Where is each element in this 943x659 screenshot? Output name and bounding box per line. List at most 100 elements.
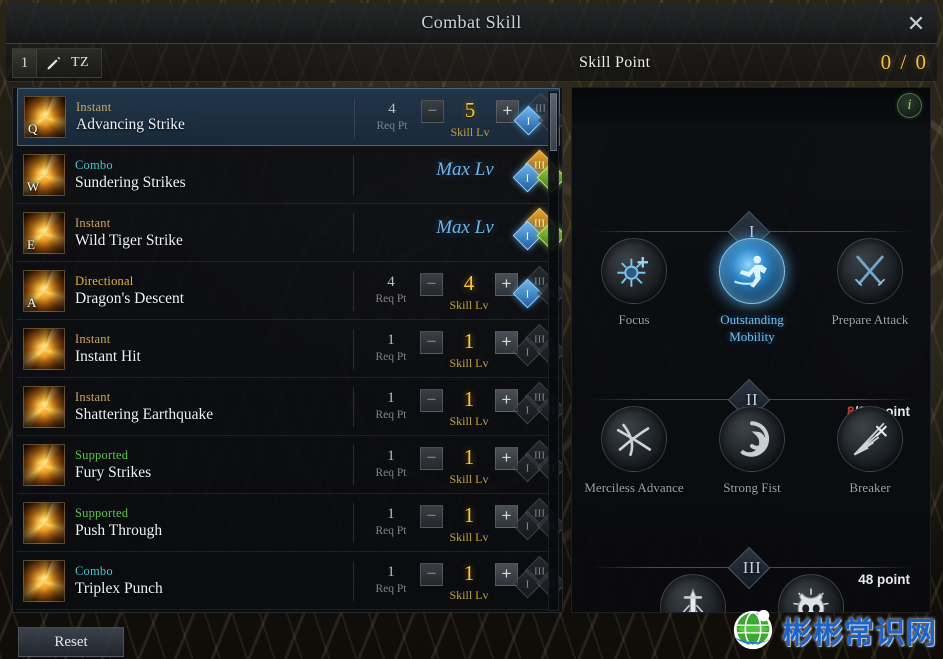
character-name: TZ	[71, 55, 90, 70]
skill-icon[interactable]	[23, 501, 65, 544]
tripod-node-orb[interactable]	[719, 238, 785, 304]
skill-level-decrease-button[interactable]: −	[420, 389, 443, 412]
tripod-detail-panel: i I Focus Outstanding Mobility Prepare Atta…	[571, 87, 931, 613]
skill-name: Wild Tiger Strike	[75, 231, 183, 249]
tripod-tier-nodes: Merciless Advance Strong Fist Breaker	[572, 406, 930, 518]
tripod-slot-one-label: I	[525, 462, 530, 475]
skill-row[interactable]: Q Instant Advancing Strike 4 Req Pt −5 Skill L…	[17, 88, 562, 146]
game-background: Combat Skill ✕ 1 TZ Skill Point 0 / 0 Q I…	[0, 0, 943, 659]
skill-point-value: 0 / 0	[880, 50, 928, 74]
crossed-swords-icon	[838, 239, 902, 303]
row-divider	[353, 503, 354, 543]
character-slot-number: 1	[13, 49, 37, 77]
skill-row[interactable]: Combo Triplex Punch 1 Req Pt −1 Skill Lv + III I…	[17, 552, 562, 610]
skill-text-block: Instant Shattering Earthquake	[75, 389, 335, 425]
skill-icon[interactable]: A	[23, 269, 65, 312]
skill-required-points: 1 Req Pt	[369, 447, 413, 481]
scrollbar-thumb[interactable]	[550, 93, 557, 151]
skill-name: Triplex Punch	[75, 579, 163, 597]
skill-keybind: Q	[28, 121, 38, 136]
row-divider	[353, 155, 354, 195]
tripod-node-orb[interactable]	[601, 238, 667, 304]
tripod-slot-one-label: I	[525, 520, 530, 533]
skill-required-points: 1 Req Pt	[369, 389, 413, 423]
row-divider	[353, 387, 354, 427]
skill-list-scrollbar[interactable]	[548, 91, 559, 611]
tripod-node-orb[interactable]	[837, 238, 903, 304]
row-divider	[353, 213, 354, 253]
skill-icon[interactable]: Q	[24, 96, 66, 138]
skill-icon[interactable]	[23, 327, 65, 370]
skill-icon[interactable]: W	[23, 153, 65, 196]
skill-level-stepper: −1 Skill Lv +	[417, 503, 521, 547]
skill-icon[interactable]	[23, 559, 65, 602]
window-titlebar: Combat Skill ✕	[6, 3, 937, 44]
skill-level-stepper: −1 Skill Lv +	[417, 561, 521, 605]
close-icon[interactable]: ✕	[901, 9, 931, 39]
tripod-node-orb[interactable]	[837, 406, 903, 472]
skill-level-value: 1	[463, 561, 475, 585]
skill-level-value: 1	[463, 503, 475, 527]
skill-icon[interactable]	[23, 385, 65, 428]
tripod-node[interactable]: Focus	[584, 238, 684, 328]
skill-row[interactable]: A Directional Dragon's Descent 4 Req Pt −4 Ski…	[17, 262, 562, 320]
tripod-node-orb[interactable]	[719, 406, 785, 472]
skill-name: Shattering Earthquake	[75, 405, 214, 423]
reset-button[interactable]: Reset	[18, 627, 124, 657]
skill-level-decrease-button[interactable]: −	[420, 331, 443, 354]
tripod-node[interactable]: Strong Fist	[702, 406, 802, 496]
tripod-node-label: Focus	[618, 312, 650, 327]
skill-type-label: Supported	[75, 505, 129, 520]
skill-level-stepper: −5 Skill Lv +	[418, 98, 522, 142]
skill-required-points-label: Req Pt	[375, 351, 407, 363]
tripod-node[interactable]: Breaker	[820, 406, 920, 496]
tripod-node-orb[interactable]	[601, 406, 667, 472]
skill-row[interactable]: EInstantWild Tiger StrikeMax LvIIIIII	[17, 204, 562, 262]
skill-icon[interactable]: E	[23, 211, 65, 254]
tripod-node[interactable]: Merciless Advance	[584, 406, 684, 496]
row-divider	[353, 329, 354, 369]
skill-text-block: Directional Dragon's Descent	[75, 273, 335, 309]
skill-icon[interactable]	[23, 443, 65, 486]
tripod-slot-one-label: I	[525, 578, 530, 591]
skill-level-decrease-button[interactable]: −	[420, 273, 443, 296]
skill-type-label: Instant	[75, 331, 111, 346]
info-icon[interactable]: i	[897, 93, 922, 118]
skill-row[interactable]: Instant Instant Hit 1 Req Pt −1 Skill Lv + III I…	[17, 320, 562, 378]
tripod-tier-nodes: Focus Outstanding Mobility Prepare Attack	[572, 238, 930, 350]
skill-text-block: Combo Sundering Strikes	[75, 157, 335, 193]
skill-type-label: Directional	[75, 273, 134, 288]
skill-row[interactable]: Instant Shattering Earthquake 1 Req Pt −1 Ski…	[17, 378, 562, 436]
skill-level-decrease-button[interactable]: −	[420, 563, 443, 586]
skill-level-value: 1	[463, 387, 475, 411]
skill-level-stepper: −1 Skill Lv +	[417, 445, 521, 489]
window-subbar: 1 TZ Skill Point 0 / 0	[6, 44, 937, 82]
character-tab[interactable]: 1 TZ	[12, 48, 103, 78]
tripod-slot-one-label: I	[525, 230, 530, 243]
skill-level-decrease-button[interactable]: −	[420, 447, 443, 470]
skill-level-value: 1	[463, 329, 475, 353]
skill-level-value: 5	[464, 98, 476, 122]
edit-pen-icon[interactable]	[44, 53, 64, 73]
skill-row[interactable]: Supported Push Through 1 Req Pt −1 Skill Lv + I…	[17, 494, 562, 552]
tripod-node-label: Breaker	[849, 480, 891, 495]
skill-keybind: W	[27, 178, 40, 194]
tripod-node[interactable]: Powerful Fist	[643, 574, 743, 612]
skill-level-label: Skill Lv	[449, 356, 489, 370]
tripod-slot-one-label: I	[525, 172, 530, 185]
skill-row[interactable]: WComboSundering StrikesMax LvIIIIII	[17, 146, 562, 204]
skill-row[interactable]: Supported Fury Strikes 1 Req Pt −1 Skill Lv + I…	[17, 436, 562, 494]
skill-level-stepper: −4 Skill Lv +	[417, 271, 521, 315]
skill-icon-shade	[24, 386, 64, 427]
tripod-node[interactable]: Prepare Attack	[820, 238, 920, 328]
skill-icon-shade	[24, 502, 64, 543]
detail-panel-header: i	[572, 88, 930, 123]
tripod-node-orb[interactable]	[660, 574, 726, 612]
skill-text-block: Instant Wild Tiger Strike	[75, 215, 335, 251]
skill-level-decrease-button[interactable]: −	[420, 505, 443, 528]
tripod-slot-one-label: I	[525, 288, 530, 301]
tripod-node[interactable]: Outstanding Mobility	[702, 238, 802, 345]
skill-required-points-value: 4	[387, 274, 395, 290]
skill-level-decrease-button[interactable]: −	[421, 100, 444, 123]
skill-required-points-label: Req Pt	[375, 293, 407, 305]
